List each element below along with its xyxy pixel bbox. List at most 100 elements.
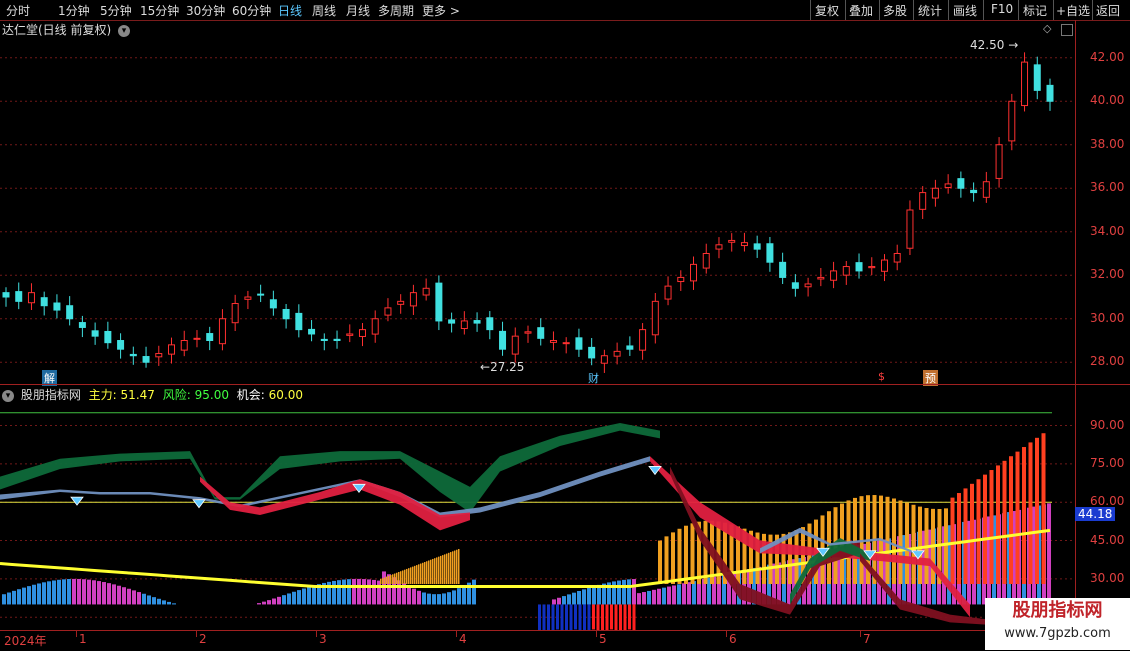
indicator-bar [342, 580, 346, 605]
orange-bar [704, 521, 708, 584]
tab-1min[interactable]: 1分钟 [58, 2, 90, 19]
tab-fenshi[interactable]: 分时 [6, 2, 30, 19]
indicator-bar [37, 583, 41, 604]
indicator-bar [307, 587, 311, 605]
candle-body [792, 283, 798, 289]
indicator-bar [12, 591, 16, 605]
overlay-button[interactable]: 叠加 [849, 2, 873, 19]
tab-15min[interactable]: 15分钟 [140, 2, 179, 19]
indicator-bar [652, 590, 656, 605]
tick [456, 631, 457, 637]
indicator-bar [617, 581, 621, 605]
tab-30min[interactable]: 30分钟 [186, 2, 225, 19]
indicator-bar [82, 579, 86, 604]
candle-body [716, 245, 722, 249]
divider [948, 0, 949, 20]
indicator-bar [257, 603, 261, 604]
orange-bar [454, 551, 456, 584]
tab-monthly[interactable]: 月线 [346, 2, 370, 19]
tab-60min[interactable]: 60分钟 [232, 2, 271, 19]
orange-bar [396, 573, 398, 584]
y-tick-label: 32.00 [1090, 267, 1124, 281]
indicator-bar [1047, 503, 1051, 604]
orange-bar [788, 532, 792, 584]
orange-bar [1022, 447, 1026, 584]
diamond-icon[interactable]: ◇ [1043, 22, 1051, 35]
y-tick-label: 28.00 [1090, 354, 1124, 368]
indicator-bar [312, 585, 316, 604]
indicator-bar [417, 591, 421, 605]
scrollbar-handle[interactable] [1061, 24, 1073, 36]
x-tick-label: 6 [729, 632, 737, 646]
multi-stock-button[interactable]: 多股 [883, 2, 907, 19]
divider [879, 0, 880, 20]
mark-button[interactable]: 标记 [1023, 2, 1047, 19]
negative-bar [606, 604, 609, 630]
orange-bar [428, 560, 430, 584]
candle-body [105, 331, 111, 342]
candle-body [372, 319, 378, 334]
candle-body [245, 297, 251, 299]
indicator-bar [352, 579, 356, 605]
orange-bar [1029, 442, 1033, 584]
stats-button[interactable]: 统计 [918, 2, 942, 19]
add-watchlist-button[interactable]: +自选 [1056, 2, 1090, 19]
tab-multi-period[interactable]: 多周期 [378, 2, 414, 19]
indicator-bar [267, 600, 271, 604]
negative-bar [592, 604, 595, 629]
tick [76, 631, 77, 637]
candlestick-chart [0, 36, 1075, 384]
tick [596, 631, 597, 637]
tab-5min[interactable]: 5分钟 [100, 2, 132, 19]
fuquan-button[interactable]: 复权 [815, 2, 839, 19]
orange-bar [420, 564, 422, 584]
date-axis: 2024年 1 2 3 4 5 6 7 [0, 630, 1130, 651]
orange-bar [394, 574, 396, 584]
divider [1053, 0, 1054, 20]
back-button[interactable]: 返回 [1096, 2, 1120, 19]
candle-body [423, 288, 429, 295]
candle-body [678, 277, 684, 281]
candle-body [143, 357, 149, 363]
candle-body [550, 341, 556, 343]
indicator-bar [147, 595, 151, 604]
orange-bar [408, 568, 410, 584]
candle-body [474, 321, 480, 324]
dividend-badge[interactable]: $ [876, 370, 887, 383]
price-axis-line [1075, 20, 1076, 630]
orange-bar [970, 484, 974, 584]
orange-bar [398, 572, 400, 584]
candle-body [703, 254, 709, 269]
indicator-bar [32, 585, 36, 605]
candle-body [767, 244, 773, 262]
watermark-logo: 股朋指标网 www.7gpzb.com [985, 598, 1130, 650]
candle-body [41, 298, 47, 306]
orange-bar [899, 501, 903, 584]
negative-bar [633, 604, 636, 630]
y-tick-label: 30.00 [1090, 571, 1124, 585]
candle-body [232, 304, 238, 323]
arrow-left-icon: ← [480, 360, 490, 374]
chevron-down-icon[interactable]: ▾ [118, 25, 130, 37]
orange-bar [442, 555, 444, 584]
tab-more[interactable]: 更多 > [422, 2, 460, 19]
candle-body [67, 306, 73, 319]
draw-line-button[interactable]: 画线 [953, 2, 977, 19]
tab-weekly[interactable]: 周线 [312, 2, 336, 19]
negative-bar [588, 604, 591, 630]
orange-bar [422, 563, 424, 584]
low-value: 27.25 [490, 360, 524, 374]
negative-bar [543, 604, 546, 630]
tab-daily[interactable]: 日线 [278, 2, 302, 19]
candle-body [219, 319, 225, 344]
x-tick-label: 4 [459, 632, 467, 646]
candle-body [258, 294, 264, 295]
watermark-url: www.7gpzb.com [985, 624, 1130, 644]
candle-body [856, 263, 862, 271]
f10-button[interactable]: F10 [991, 2, 1013, 16]
negative-bar [583, 604, 586, 630]
orange-bar [448, 553, 450, 584]
candle-body [805, 284, 811, 287]
y-tick-label: 34.00 [1090, 224, 1124, 238]
candle-body [130, 354, 136, 355]
